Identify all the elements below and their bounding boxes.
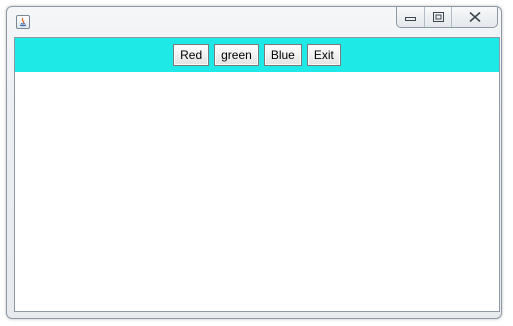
content-panel xyxy=(15,72,499,311)
minimize-icon xyxy=(405,17,416,21)
close-icon xyxy=(468,12,481,22)
maximize-icon xyxy=(432,12,444,22)
blue-button[interactable]: Blue xyxy=(263,44,302,66)
minimize-button[interactable] xyxy=(397,7,424,27)
java-icon[interactable] xyxy=(16,15,30,29)
close-button[interactable] xyxy=(451,7,497,27)
window-controls xyxy=(396,7,498,28)
maximize-button[interactable] xyxy=(424,7,451,27)
exit-button[interactable]: Exit xyxy=(306,44,341,66)
app-window: Red green Blue Exit xyxy=(6,6,502,319)
green-button[interactable]: green xyxy=(214,44,259,66)
button-toolbar: Red green Blue Exit xyxy=(15,38,499,72)
red-button[interactable]: Red xyxy=(173,44,210,66)
title-bar[interactable] xyxy=(7,7,501,37)
content-frame: Red green Blue Exit xyxy=(14,37,500,312)
